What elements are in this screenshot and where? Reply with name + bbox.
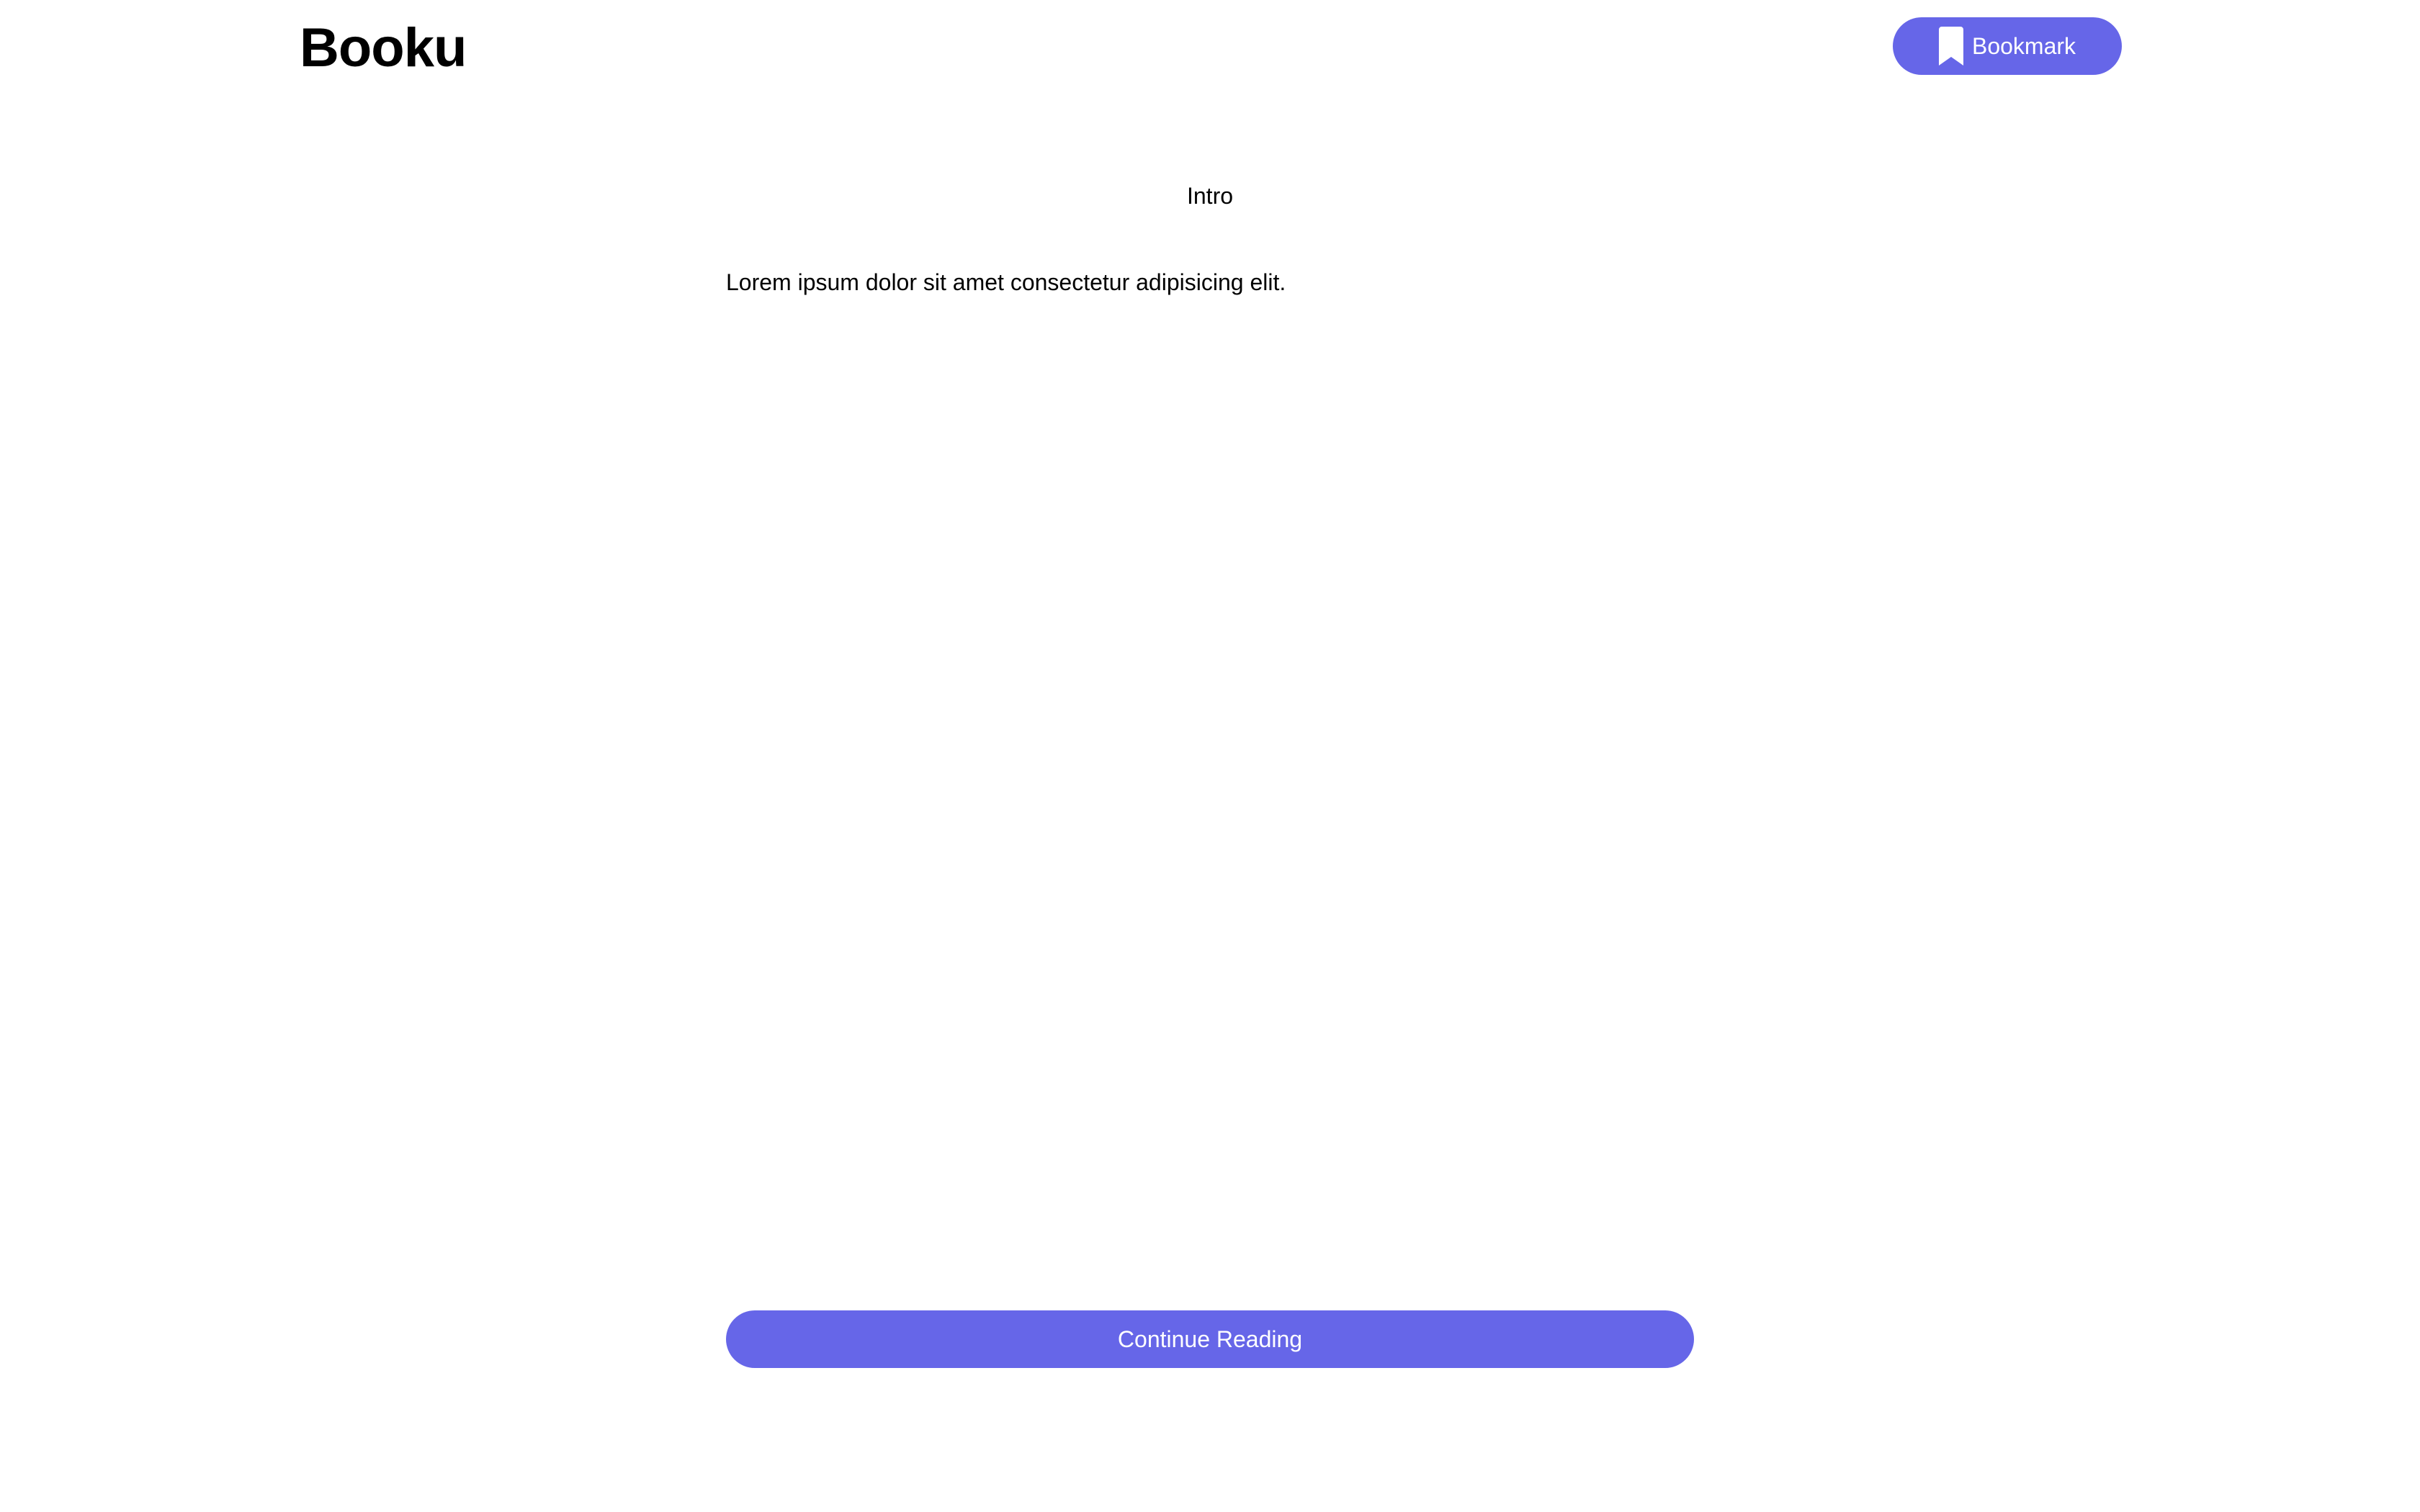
bookmark-button-label: Bookmark: [1971, 32, 2076, 59]
top-bar: Booku Bookmark: [0, 0, 2420, 101]
bookmark-button[interactable]: Bookmark: [1893, 17, 2122, 75]
app-logo[interactable]: Booku: [300, 16, 467, 81]
chapter-title: Intro: [1186, 183, 1234, 209]
continue-reading-button[interactable]: Continue Reading: [726, 1310, 1694, 1368]
chapter-text: Lorem ipsum dolor sit amet consectetur a…: [726, 269, 1286, 295]
bookmark-icon: [1938, 27, 1963, 66]
